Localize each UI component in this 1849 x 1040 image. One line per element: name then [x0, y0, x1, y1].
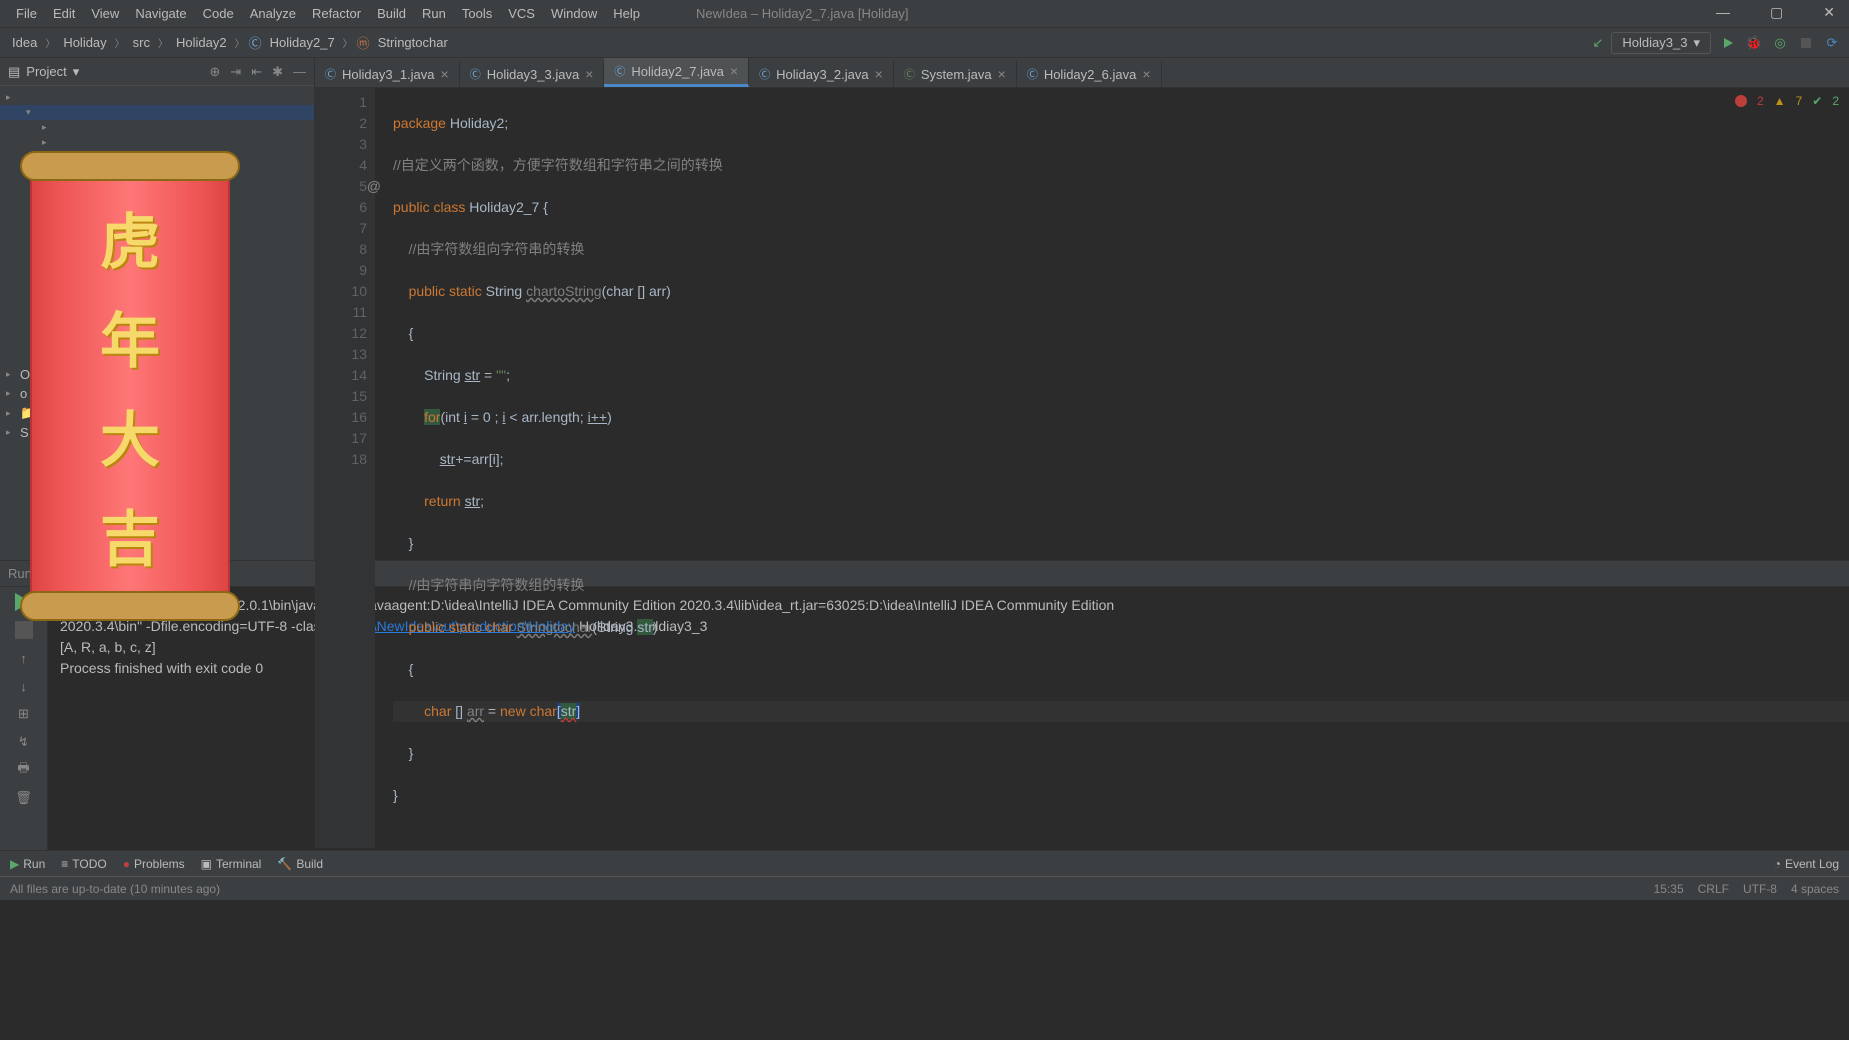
build-icon[interactable]: ↙	[1593, 35, 1604, 51]
run-tab[interactable]: ▣Holdiay3_3×	[45, 564, 158, 584]
method-icon: ⓜ	[357, 33, 370, 52]
close-icon[interactable]: ×	[143, 566, 151, 581]
hide-icon[interactable]: —	[293, 64, 306, 80]
breadcrumb-item[interactable]: Idea	[8, 33, 41, 52]
menu-build[interactable]: Build	[369, 6, 414, 21]
down-button[interactable]: ↓	[15, 677, 33, 695]
dropdown-icon: ▾	[1693, 35, 1700, 51]
status-bar: All files are up-to-date (10 minutes ago…	[0, 876, 1849, 900]
close-icon[interactable]: ×	[441, 66, 449, 82]
menu-bar: File Edit View Navigate Code Analyze Ref…	[0, 0, 1849, 28]
breadcrumb-item[interactable]: Stringtochar	[374, 33, 452, 52]
debug-button[interactable]: 🐞	[1745, 34, 1763, 52]
tree-item[interactable]: S	[20, 425, 29, 440]
menu-tools[interactable]: Tools	[454, 6, 500, 21]
coverage-button[interactable]: ◎	[1771, 34, 1789, 52]
window-title: NewIdea – Holiday2_7.java [Holiday]	[688, 6, 916, 21]
up-button[interactable]: ↑	[15, 649, 33, 667]
project-tool-window: ▤ Project ▾ ⊕ ⇥ ⇤ ✱ — ▸ ▾ ▸ ▸ ▾ ▸O ▸o ▸📁…	[0, 58, 315, 560]
expand-icon[interactable]: ⇥	[230, 64, 241, 80]
problems-tool-button[interactable]: ●Problems	[123, 857, 185, 871]
run-config-selector[interactable]: Holdiay3_3 ▾	[1611, 32, 1711, 54]
layout-button[interactable]: ⊞	[15, 705, 33, 723]
editor-tab[interactable]: ⒸSystem.java×	[894, 61, 1017, 87]
editor-tabs: ⒸHoliday3_1.java× ⒸHoliday3_3.java× ⒸHol…	[315, 58, 1849, 88]
collapse-icon[interactable]: ⇤	[251, 64, 262, 80]
event-log-button[interactable]: ◔ Event Log	[1774, 857, 1839, 871]
stop-run-button[interactable]	[15, 621, 33, 639]
menu-window[interactable]: Window	[543, 6, 605, 21]
menu-vcs[interactable]: VCS	[500, 6, 543, 21]
caret-position[interactable]: 15:35	[1654, 882, 1684, 896]
close-icon[interactable]: ×	[730, 63, 738, 79]
terminal-tool-button[interactable]: ▣ Terminal	[201, 857, 262, 871]
menu-run[interactable]: Run	[414, 6, 454, 21]
print-button[interactable]: 🖶	[15, 761, 33, 779]
close-icon[interactable]: ×	[875, 66, 883, 82]
run-tool-button[interactable]: ▶Run	[10, 857, 45, 871]
todo-tool-button[interactable]: ≡ TODO	[61, 857, 106, 871]
editor-tab-active[interactable]: ⒸHoliday2_7.java×	[604, 58, 749, 87]
gutter[interactable]: 1234 5@ 6789101112131415161718	[315, 88, 375, 848]
build-tool-button[interactable]: 🔨 Build	[277, 857, 323, 871]
project-icon: ▤	[8, 64, 20, 80]
editor-tab[interactable]: ⒸHoliday3_3.java×	[460, 61, 605, 87]
tree-item[interactable]: o	[20, 386, 27, 401]
filter-button[interactable]: ↯	[15, 733, 33, 751]
class-icon: Ⓒ	[249, 33, 262, 52]
editor-tab[interactable]: ⒸHoliday3_2.java×	[749, 61, 894, 87]
run-controls: ↙ Holdiay3_3 ▾ 🐞 ◎ ⟳	[1593, 32, 1841, 54]
breadcrumb-item[interactable]: Holiday2	[172, 33, 231, 52]
navigation-bar: Idea〉 Holiday〉 src〉 Holiday2〉 ⒸHoliday2_…	[0, 28, 1849, 58]
close-icon[interactable]: ×	[585, 66, 593, 82]
editor-area: ⒸHoliday3_1.java× ⒸHoliday3_3.java× ⒸHol…	[315, 58, 1849, 560]
tree-item[interactable]: O	[20, 367, 30, 382]
breadcrumb-item[interactable]: src	[129, 33, 154, 52]
menu-navigate[interactable]: Navigate	[127, 6, 194, 21]
close-icon[interactable]: ×	[1142, 66, 1150, 82]
editor-tab[interactable]: ⒸHoliday2_6.java×	[1017, 61, 1162, 87]
editor-tab[interactable]: ⒸHoliday3_1.java×	[315, 61, 460, 87]
menu-code[interactable]: Code	[195, 6, 242, 21]
tree-item[interactable]: sr	[40, 406, 51, 421]
maximize-button[interactable]: ▢	[1762, 4, 1791, 21]
minimize-button[interactable]: —	[1708, 4, 1738, 21]
menu-help[interactable]: Help	[605, 6, 648, 21]
status-message: All files are up-to-date (10 minutes ago…	[10, 882, 220, 896]
menu-refactor[interactable]: Refactor	[304, 6, 369, 21]
editor-body[interactable]: 2 ▲7 ✔2 1234 5@ 6789101112131415161718 p…	[315, 88, 1849, 848]
rerun-button[interactable]	[15, 593, 33, 611]
trash-button[interactable]: 🗑	[15, 789, 33, 807]
code-text[interactable]: package Holiday2; //自定义两个函数，方便字符数组和字符串之间…	[375, 88, 1849, 848]
locate-icon[interactable]: ⊕	[209, 64, 220, 80]
menu-analyze[interactable]: Analyze	[242, 6, 304, 21]
menu-edit[interactable]: Edit	[45, 6, 83, 21]
indent-info[interactable]: 4 spaces	[1791, 882, 1839, 896]
project-tree[interactable]: ▸ ▾ ▸ ▸ ▾ ▸O ▸o ▸📁sr ▸S 虎 年 大 吉	[0, 86, 314, 560]
dropdown-icon[interactable]: ▾	[73, 64, 80, 80]
file-encoding[interactable]: UTF-8	[1743, 882, 1777, 896]
menu-file[interactable]: File	[8, 6, 45, 21]
run-config-name: Holdiay3_3	[1622, 35, 1687, 50]
settings-icon[interactable]: ✱	[272, 64, 283, 80]
project-view-label[interactable]: Project	[26, 64, 66, 79]
stop-button[interactable]	[1797, 34, 1815, 52]
run-label: Run:	[8, 566, 35, 581]
breadcrumb-item[interactable]: Holiday	[59, 33, 110, 52]
run-side-toolbar: ↑ ↓ ⊞ ↯ 🖶 🗑	[0, 587, 48, 850]
update-button[interactable]: ⟳	[1823, 34, 1841, 52]
breadcrumb-item[interactable]: Holiday2_7	[266, 33, 339, 52]
breadcrumb: Idea〉 Holiday〉 src〉 Holiday2〉 ⒸHoliday2_…	[8, 33, 452, 52]
bottom-tool-bar: ▶Run ≡ TODO ●Problems ▣ Terminal 🔨 Build…	[0, 850, 1849, 876]
close-icon[interactable]: ×	[998, 66, 1006, 82]
close-button[interactable]: ✕	[1815, 4, 1843, 21]
menu-view[interactable]: View	[83, 6, 127, 21]
line-separator[interactable]: CRLF	[1698, 882, 1729, 896]
run-button[interactable]	[1719, 34, 1737, 52]
